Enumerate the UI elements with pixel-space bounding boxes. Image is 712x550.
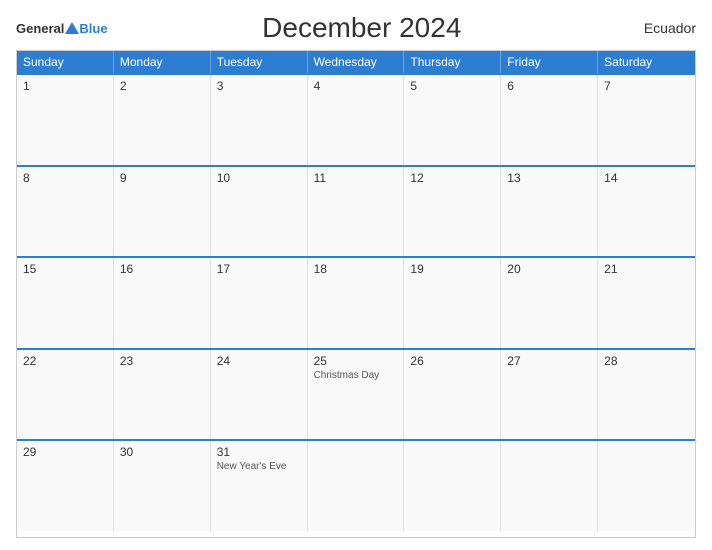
day-number: 20: [507, 262, 591, 276]
day-cell: 1: [17, 75, 114, 165]
day-cell: 25 Christmas Day: [308, 350, 405, 440]
day-cell: 20: [501, 258, 598, 348]
day-cell: 13: [501, 167, 598, 257]
day-cell: 8: [17, 167, 114, 257]
day-cell: 17: [211, 258, 308, 348]
holiday-label: New Year's Eve: [217, 461, 301, 472]
day-cell: 14: [598, 167, 695, 257]
day-cell: [404, 441, 501, 531]
day-number: 27: [507, 354, 591, 368]
day-number: 11: [314, 171, 398, 185]
header: General Blue December 2024 Ecuador: [16, 12, 696, 44]
day-cell: 31 New Year's Eve: [211, 441, 308, 531]
day-cell: 4: [308, 75, 405, 165]
day-cell: 23: [114, 350, 211, 440]
header-wednesday: Wednesday: [308, 51, 405, 73]
logo: General Blue: [16, 22, 108, 35]
header-monday: Monday: [114, 51, 211, 73]
month-title: December 2024: [108, 12, 616, 44]
day-number: 24: [217, 354, 301, 368]
day-cell: 18: [308, 258, 405, 348]
day-cell: 12: [404, 167, 501, 257]
day-number: 1: [23, 79, 107, 93]
day-number: 17: [217, 262, 301, 276]
day-number: 18: [314, 262, 398, 276]
logo-general-text: General: [16, 22, 64, 35]
day-cell: 10: [211, 167, 308, 257]
day-cell: 3: [211, 75, 308, 165]
day-number: 8: [23, 171, 107, 185]
day-number: 6: [507, 79, 591, 93]
day-cell: [598, 441, 695, 531]
day-number: 16: [120, 262, 204, 276]
week-row-1: 1234567: [17, 73, 695, 165]
day-number: 21: [604, 262, 689, 276]
day-number: 19: [410, 262, 494, 276]
header-tuesday: Tuesday: [211, 51, 308, 73]
day-number: 10: [217, 171, 301, 185]
day-number: 4: [314, 79, 398, 93]
header-friday: Friday: [501, 51, 598, 73]
day-cell: 16: [114, 258, 211, 348]
day-cell: 19: [404, 258, 501, 348]
day-cell: 30: [114, 441, 211, 531]
day-cell: 26: [404, 350, 501, 440]
day-number: 2: [120, 79, 204, 93]
day-cell: 7: [598, 75, 695, 165]
day-number: 13: [507, 171, 591, 185]
header-saturday: Saturday: [598, 51, 695, 73]
week-row-3: 15 16 17 18 19 20 21: [17, 256, 695, 348]
day-number: 31: [217, 445, 301, 459]
day-cell: 5: [404, 75, 501, 165]
header-thursday: Thursday: [404, 51, 501, 73]
day-cell: 9: [114, 167, 211, 257]
day-number: 22: [23, 354, 107, 368]
day-number: 5: [410, 79, 494, 93]
day-cell: 2: [114, 75, 211, 165]
day-cell: 6: [501, 75, 598, 165]
day-cell: 11: [308, 167, 405, 257]
day-number: 23: [120, 354, 204, 368]
day-number: 14: [604, 171, 689, 185]
weeks-container: 1234567891011121314151617181920212223242…: [17, 73, 695, 531]
day-cell: [308, 441, 405, 531]
day-cell: 27: [501, 350, 598, 440]
day-number: 25: [314, 354, 398, 368]
header-sunday: Sunday: [17, 51, 114, 73]
country-label: Ecuador: [616, 20, 696, 36]
day-number: 28: [604, 354, 689, 368]
week-row-2: 89 10 11 12 13 14: [17, 165, 695, 257]
calendar: Sunday Monday Tuesday Wednesday Thursday…: [16, 50, 696, 538]
logo-blue-text: Blue: [79, 22, 107, 35]
day-cell: [501, 441, 598, 531]
day-cell: 21: [598, 258, 695, 348]
holiday-label: Christmas Day: [314, 370, 398, 381]
day-number: 26: [410, 354, 494, 368]
day-headers: Sunday Monday Tuesday Wednesday Thursday…: [17, 51, 695, 73]
day-cell: 22: [17, 350, 114, 440]
day-cell: 15: [17, 258, 114, 348]
day-number: 15: [23, 262, 107, 276]
day-number: 7: [604, 79, 689, 93]
day-number: 3: [217, 79, 301, 93]
day-number: 29: [23, 445, 107, 459]
day-number: 30: [120, 445, 204, 459]
day-cell: 29: [17, 441, 114, 531]
day-number: 9: [120, 171, 204, 185]
day-number: 12: [410, 171, 494, 185]
day-cell: 28: [598, 350, 695, 440]
week-row-5: 29 30 31 New Year's Eve: [17, 439, 695, 531]
week-row-4: 22 23 24 25 Christmas Day 26 27 28: [17, 348, 695, 440]
day-cell: 24: [211, 350, 308, 440]
page: General Blue December 2024 Ecuador Sunda…: [0, 0, 712, 550]
logo-triangle-icon: [65, 22, 79, 34]
